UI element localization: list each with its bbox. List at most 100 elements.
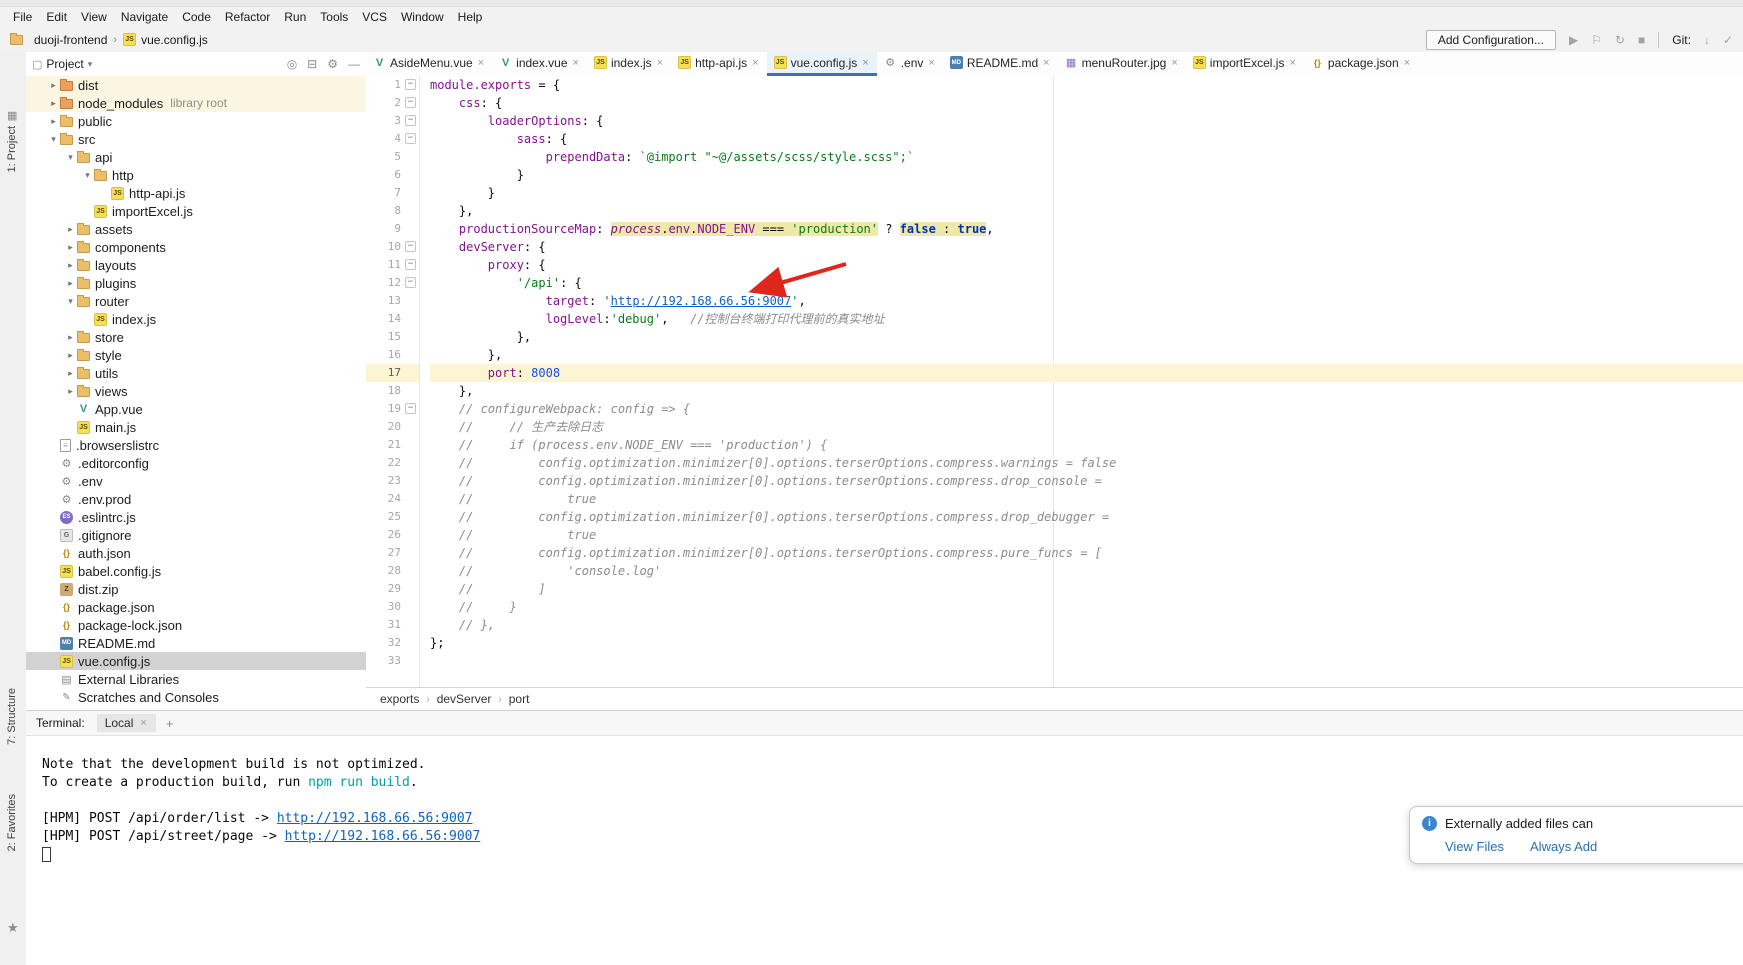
close-icon[interactable]: × (1170, 57, 1178, 69)
tree-item-api[interactable]: ▾api (26, 148, 366, 166)
tree-item-layouts[interactable]: ▸layouts (26, 256, 366, 274)
menu-item-vcs[interactable]: VCS (355, 10, 394, 24)
tree-item-store[interactable]: ▸store (26, 328, 366, 346)
tree-item-vue.config.js[interactable]: JSvue.config.js (26, 652, 366, 670)
tree-item-.eslintrc.js[interactable]: ES.eslintrc.js (26, 508, 366, 526)
tab-index.js[interactable]: JSindex.js× (587, 52, 671, 76)
chevron-down-icon[interactable]: ▾ (88, 59, 93, 70)
tree-item-utils[interactable]: ▸utils (26, 364, 366, 382)
chevron-down-icon[interactable]: ▾ (64, 152, 77, 163)
fold-icon[interactable]: − (405, 403, 416, 414)
chevron-down-icon[interactable]: ▾ (47, 134, 60, 145)
chevron-right-icon[interactable]: ▸ (47, 116, 60, 127)
tree-item-plugins[interactable]: ▸plugins (26, 274, 366, 292)
breadcrumb-file[interactable]: vue.config.js (141, 33, 208, 47)
menu-item-run[interactable]: Run (277, 10, 313, 24)
close-icon[interactable]: × (927, 57, 935, 69)
terminal-tab-local[interactable]: Local × (97, 714, 156, 732)
close-icon[interactable]: × (139, 717, 147, 729)
fold-icon[interactable]: − (405, 277, 416, 288)
tree-item-components[interactable]: ▸components (26, 238, 366, 256)
tree-item-http-api.js[interactable]: JShttp-api.js (26, 184, 366, 202)
tree-item-views[interactable]: ▸views (26, 382, 366, 400)
menu-item-code[interactable]: Code (175, 10, 218, 24)
tab-importExcel.js[interactable]: JSimportExcel.js× (1186, 52, 1304, 76)
tree-item-.env.prod[interactable]: ⚙.env.prod (26, 490, 366, 508)
tree-item-.browserslistrc[interactable]: ≡.browserslistrc (26, 436, 366, 454)
project-toolwindow-icon[interactable]: ▦ (7, 109, 17, 122)
chevron-right-icon[interactable]: ▸ (64, 224, 77, 235)
toolwindow-button-structure[interactable]: 7: Structure (6, 688, 18, 745)
fold-icon[interactable]: − (405, 241, 416, 252)
stop-icon[interactable]: ■ (1638, 33, 1645, 47)
locate-file-icon[interactable]: ◎ (287, 57, 297, 71)
tree-item-App.vue[interactable]: VApp.vue (26, 400, 366, 418)
close-icon[interactable]: × (1042, 57, 1050, 69)
tree-item-auth.json[interactable]: {}auth.json (26, 544, 366, 562)
tree-item-node_modules[interactable]: ▸node_moduleslibrary root (26, 94, 366, 112)
menu-item-file[interactable]: File (6, 10, 39, 24)
tab-index.vue[interactable]: Vindex.vue× (492, 52, 587, 76)
tree-item-.env[interactable]: ⚙.env (26, 472, 366, 490)
chevron-right-icon[interactable]: ▸ (64, 242, 77, 253)
tab-menuRouter.jpg[interactable]: ▦menuRouter.jpg× (1058, 52, 1186, 76)
tree-item-dist[interactable]: ▸dist (26, 76, 366, 94)
close-icon[interactable]: × (861, 57, 869, 69)
toolwindow-button-project[interactable]: 1: Project (6, 126, 18, 172)
rerun-icon[interactable]: ↻ (1615, 33, 1625, 47)
fold-icon[interactable]: − (405, 133, 416, 144)
chevron-right-icon[interactable]: ▸ (64, 368, 77, 379)
tree-item-public[interactable]: ▸public (26, 112, 366, 130)
fold-icon[interactable]: − (405, 97, 416, 108)
chevron-right-icon[interactable]: ▸ (64, 332, 77, 343)
tab-.env[interactable]: ⚙.env× (877, 52, 943, 76)
menu-item-edit[interactable]: Edit (39, 10, 74, 24)
tree-item-README.md[interactable]: MDREADME.md (26, 634, 366, 652)
run-icon[interactable]: ▶ (1569, 33, 1578, 47)
close-icon[interactable]: × (1288, 57, 1296, 69)
chevron-down-icon[interactable]: ▾ (64, 296, 77, 307)
git-update-icon[interactable]: ↓ (1704, 33, 1710, 47)
collapse-all-icon[interactable]: ⊟ (307, 57, 317, 71)
menu-item-tools[interactable]: Tools (313, 10, 355, 24)
tab-vue.config.js[interactable]: JSvue.config.js× (767, 52, 877, 76)
always-add-link[interactable]: Always Add (1530, 839, 1597, 854)
breadcrumb-project[interactable]: duoji-frontend (34, 33, 107, 47)
tree-item-Scratches and Consoles[interactable]: ✎Scratches and Consoles (26, 688, 366, 706)
tree-item-.gitignore[interactable]: G.gitignore (26, 526, 366, 544)
project-panel-title[interactable]: Project (46, 57, 83, 71)
tree-item-style[interactable]: ▸style (26, 346, 366, 364)
breadcrumb-port[interactable]: port (509, 692, 530, 706)
chevron-right-icon[interactable]: ▸ (47, 98, 60, 109)
menu-item-window[interactable]: Window (394, 10, 451, 24)
close-icon[interactable]: × (656, 57, 664, 69)
tree-item-package.json[interactable]: {}package.json (26, 598, 366, 616)
view-files-link[interactable]: View Files (1445, 839, 1504, 854)
add-configuration-button[interactable]: Add Configuration... (1426, 30, 1556, 50)
favorites-star-icon[interactable]: ★ (7, 920, 19, 936)
tree-item-index.js[interactable]: JSindex.js (26, 310, 366, 328)
menu-item-view[interactable]: View (74, 10, 114, 24)
tab-http-api.js[interactable]: JShttp-api.js× (671, 52, 766, 76)
tab-README.md[interactable]: MDREADME.md× (943, 52, 1058, 76)
tree-item-.editorconfig[interactable]: ⚙.editorconfig (26, 454, 366, 472)
breadcrumb-devserver[interactable]: devServer (437, 692, 492, 706)
new-terminal-icon[interactable]: + (166, 716, 174, 731)
fold-icon[interactable]: − (405, 115, 416, 126)
close-icon[interactable]: × (477, 57, 485, 69)
tree-item-assets[interactable]: ▸assets (26, 220, 366, 238)
chevron-down-icon[interactable]: ▾ (81, 170, 94, 181)
fold-icon[interactable]: − (405, 259, 416, 270)
chevron-right-icon[interactable]: ▸ (64, 386, 77, 397)
breadcrumb-exports[interactable]: exports (380, 692, 419, 706)
code-area[interactable]: module.exports = { css: { loaderOptions:… (420, 76, 1743, 688)
hide-panel-icon[interactable]: — (348, 57, 360, 71)
chevron-right-icon[interactable]: ▸ (47, 80, 60, 91)
close-icon[interactable]: × (572, 57, 580, 69)
tab-package.json[interactable]: {}package.json× (1304, 52, 1418, 76)
tree-item-importExcel.js[interactable]: JSimportExcel.js (26, 202, 366, 220)
menu-item-navigate[interactable]: Navigate (114, 10, 175, 24)
close-icon[interactable]: × (1403, 57, 1411, 69)
tree-item-babel.config.js[interactable]: JSbabel.config.js (26, 562, 366, 580)
menu-item-refactor[interactable]: Refactor (218, 10, 277, 24)
